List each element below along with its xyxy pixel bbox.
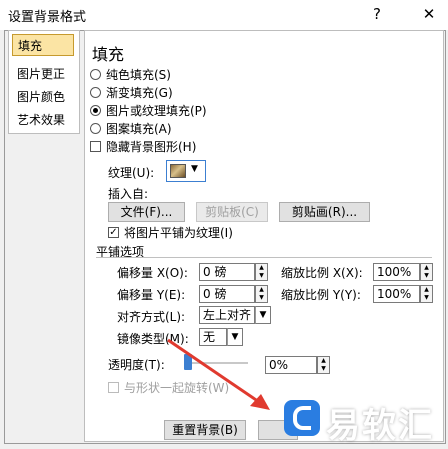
offset-x-input[interactable]: 0 磅 (199, 263, 255, 281)
nav-item-picture-corrections[interactable]: 图片更正 (9, 63, 79, 85)
offset-x-spinner[interactable]: ▲ ▼ (255, 263, 268, 281)
scale-x-spinner[interactable]: ▲ ▼ (420, 263, 433, 281)
radio-pattern-fill-label[interactable]: 图案填充(A) (106, 120, 172, 137)
radio-gradient-fill-label[interactable]: 渐变填充(G) (106, 84, 173, 101)
alignment-select[interactable]: 左上对齐 (199, 306, 255, 324)
hide-background-checkbox[interactable] (90, 141, 101, 152)
clipboard-button[interactable]: 剪贴板(C) (196, 202, 268, 222)
watermark-text: 易软汇 (326, 406, 434, 446)
radio-picture-fill[interactable] (90, 105, 101, 116)
offset-y-input[interactable]: 0 磅 (199, 285, 255, 303)
chevron-down-icon: ▼ (191, 164, 198, 174)
radio-solid-fill[interactable] (90, 69, 101, 80)
scale-x-label: 缩放比例 X(X): (281, 266, 363, 280)
nav-item-artistic-effects[interactable]: 艺术效果 (9, 109, 79, 131)
nav-item-picture-color[interactable]: 图片颜色 (9, 86, 79, 108)
clipart-button[interactable]: 剪贴画(R)... (279, 202, 370, 222)
texture-swatch-icon (170, 164, 186, 178)
panel-heading: 填充 (92, 45, 125, 64)
radio-solid-fill-label[interactable]: 纯色填充(S) (106, 66, 171, 83)
scale-y-label: 缩放比例 Y(Y): (281, 288, 361, 302)
nav-item-fill[interactable]: 填充 (12, 34, 74, 56)
close-button[interactable]: ✕ (418, 4, 440, 24)
insert-from-label: 插入自: (108, 187, 149, 201)
category-list: 填充 图片更正 图片颜色 艺术效果 (8, 30, 80, 134)
texture-picker[interactable]: ▼ (166, 160, 206, 182)
alignment-label: 对齐方式(L): (117, 310, 186, 324)
reset-background-button[interactable]: 重置背景(B) (164, 420, 246, 440)
radio-pattern-fill[interactable] (90, 123, 101, 134)
scale-x-input[interactable]: 100% (373, 263, 420, 281)
texture-label: 纹理(U): (108, 166, 155, 180)
alignment-chevron-down-icon[interactable]: ▼ (255, 306, 271, 324)
file-button[interactable]: 文件(F)... (108, 202, 185, 222)
hide-background-label[interactable]: 隐藏背景图形(H) (106, 138, 196, 155)
scale-y-spinner[interactable]: ▲ ▼ (420, 285, 433, 303)
tile-picture-label[interactable]: 将图片平铺为纹理(I) (124, 224, 233, 241)
watermark-logo-icon (284, 400, 320, 436)
rotate-with-shape-checkbox[interactable] (108, 382, 119, 393)
transparency-spinner[interactable]: ▲ ▼ (317, 356, 330, 374)
red-arrow-annotation (167, 338, 270, 410)
scale-y-input[interactable]: 100% (373, 285, 420, 303)
radio-picture-fill-label[interactable]: 图片或纹理填充(P) (106, 102, 207, 119)
tile-picture-checkbox[interactable]: ✓ (108, 227, 119, 238)
offset-x-label: 偏移量 X(O): (117, 266, 188, 280)
section-divider (96, 257, 432, 258)
offset-y-spinner[interactable]: ▲ ▼ (255, 285, 268, 303)
window-title: 设置背景格式 (8, 10, 87, 25)
offset-y-label: 偏移量 Y(E): (117, 288, 186, 302)
help-button[interactable]: ? (366, 4, 388, 24)
radio-gradient-fill[interactable] (90, 87, 101, 98)
